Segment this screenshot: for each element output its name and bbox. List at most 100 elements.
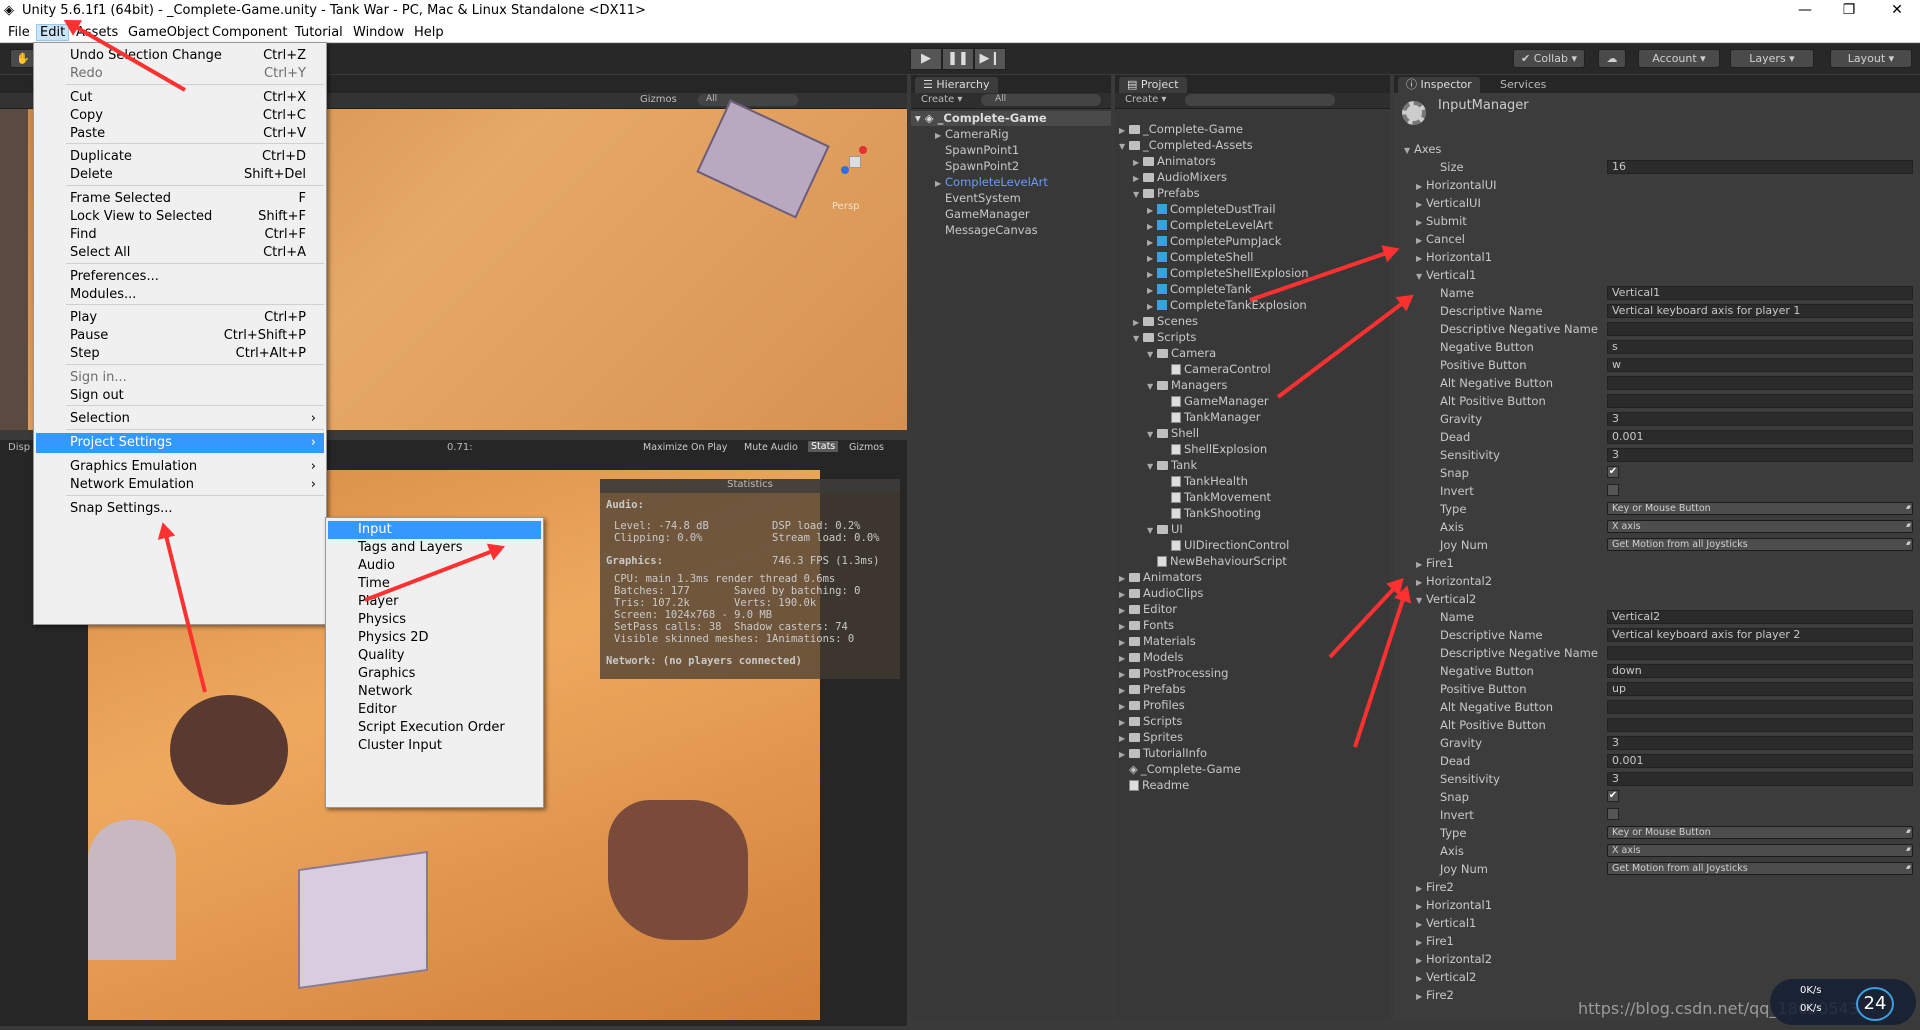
project-tab[interactable]: ▤ Project (1119, 77, 1187, 93)
play-button[interactable]: ▶ (910, 48, 942, 70)
expand-arrow-icon[interactable]: ▶ (935, 131, 945, 140)
field-input[interactable] (1607, 718, 1913, 732)
project-item[interactable]: ▼ Tank (1147, 458, 1197, 472)
project-item[interactable]: ▼ UI (1147, 522, 1183, 536)
field-input[interactable] (1607, 394, 1913, 408)
expand-arrow-icon[interactable]: ▶ (1119, 638, 1129, 647)
expand-arrow-icon[interactable]: ▶ (1416, 200, 1426, 209)
minimize-button[interactable]: — (1790, 2, 1820, 18)
project-item[interactable]: ▶ AudioClips (1119, 586, 1203, 600)
field-dropdown[interactable]: Get Motion from all Joysticks (1607, 538, 1913, 551)
menu-help[interactable]: Help (411, 25, 447, 40)
hierarchy-scene-row[interactable]: ▾ ◈ _Complete-Game (911, 111, 1111, 126)
expand-arrow-icon[interactable]: ▶ (1147, 302, 1157, 311)
project-item[interactable]: CameraControl (1161, 362, 1271, 376)
project-item[interactable]: NewBehaviourScript (1147, 554, 1287, 568)
project-item[interactable]: ▶ CompletePumpJack (1147, 234, 1281, 248)
project-item[interactable]: ▶ _Complete-Game (1119, 122, 1243, 136)
field-input[interactable]: 0.001 (1607, 430, 1913, 444)
submenu-item[interactable]: Script Execution Order (328, 719, 541, 737)
project-item[interactable]: ▶ Editor (1119, 602, 1177, 616)
field-input[interactable]: s (1607, 340, 1913, 354)
field-dropdown[interactable]: Key or Mouse Button (1607, 502, 1913, 515)
expand-arrow-icon[interactable]: ▶ (935, 179, 945, 188)
collapse-arrow-icon[interactable]: ▼ (1147, 526, 1157, 535)
hierarchy-item[interactable]: EventSystem (935, 191, 1021, 205)
submenu-item[interactable]: Quality (328, 647, 541, 665)
inspector-tab[interactable]: ⓘ Inspector (1398, 77, 1480, 93)
expand-arrow-icon[interactable]: ▶ (1147, 286, 1157, 295)
expand-arrow-icon[interactable]: ▶ (1416, 182, 1426, 191)
scene-gizmos-dropdown[interactable]: Gizmos (640, 94, 677, 105)
account-dropdown[interactable]: Account ▾ (1638, 49, 1720, 68)
expand-arrow-icon[interactable]: ▶ (1416, 560, 1426, 569)
inspector-axis-foldout[interactable]: ▼ Axes (1404, 142, 1441, 156)
project-create-dropdown[interactable]: Create ▾ (1125, 94, 1166, 105)
project-item[interactable]: ▶ CompleteTankExplosion (1147, 298, 1307, 312)
menu-component[interactable]: Component (209, 25, 290, 40)
project-item[interactable]: ▶ Fonts (1119, 618, 1174, 632)
project-item[interactable]: ▼ Managers (1147, 378, 1227, 392)
edit-menu-item[interactable]: Duplicate Ctrl+D (36, 147, 324, 167)
edit-menu-item[interactable]: Sign in... (36, 368, 324, 388)
submenu-item[interactable]: Physics 2D (328, 629, 541, 647)
submenu-item[interactable]: Network (328, 683, 541, 701)
edit-menu-item[interactable]: Modules... (36, 285, 324, 305)
expand-arrow-icon[interactable]: ▶ (1119, 686, 1129, 695)
invert-checkbox[interactable] (1607, 808, 1619, 820)
inspector-axis-foldout[interactable]: ▶ Vertical2 (1416, 970, 1476, 984)
project-item[interactable]: ◈ _Complete-Game (1119, 762, 1241, 776)
layout-dropdown[interactable]: Layout ▾ (1830, 49, 1912, 68)
edit-menu-item[interactable]: Project Settings › (36, 433, 324, 453)
layers-dropdown[interactable]: Layers ▾ (1730, 49, 1814, 68)
edit-menu-item[interactable]: Copy Ctrl+C (36, 106, 324, 126)
submenu-item[interactable]: Cluster Input (328, 737, 541, 755)
field-dropdown[interactable]: Get Motion from all Joysticks (1607, 862, 1913, 875)
snap-checkbox[interactable]: ✔ (1607, 790, 1619, 802)
field-input[interactable]: down (1607, 664, 1913, 678)
edit-menu-item[interactable]: Paste Ctrl+V (36, 124, 324, 144)
expand-arrow-icon[interactable]: ▶ (1416, 254, 1426, 263)
expand-arrow-icon[interactable]: ▶ (1416, 920, 1426, 929)
scene-search-field[interactable]: All (698, 94, 798, 106)
inspector-axis-foldout[interactable]: ▶ Horizontal2 (1416, 952, 1492, 966)
inspector-axis-foldout[interactable]: ▶ Fire2 (1416, 988, 1454, 1002)
expand-arrow-icon[interactable]: ▶ (1147, 206, 1157, 215)
field-input[interactable] (1607, 700, 1913, 714)
project-item[interactable]: ▶ CompleteDustTrail (1147, 202, 1276, 216)
hierarchy-tab[interactable]: ☰ Hierarchy (915, 77, 998, 93)
collapse-arrow-icon[interactable]: ▼ (1133, 334, 1143, 343)
field-input[interactable]: Vertical1 (1607, 286, 1913, 300)
project-search-field[interactable] (1185, 94, 1335, 106)
field-input[interactable]: Vertical2 (1607, 610, 1913, 624)
field-input[interactable]: 0.001 (1607, 754, 1913, 768)
project-item[interactable]: ▼ Shell (1147, 426, 1199, 440)
collapse-arrow-icon[interactable]: ▼ (1147, 350, 1157, 359)
project-item[interactable]: ▶ PostProcessing (1119, 666, 1228, 680)
snap-checkbox[interactable]: ✔ (1607, 466, 1619, 478)
menu-tutorial[interactable]: Tutorial (292, 25, 346, 40)
edit-menu-item[interactable]: Find Ctrl+F (36, 225, 324, 245)
project-item[interactable]: UIDirectionControl (1161, 538, 1289, 552)
edit-menu-item[interactable]: Step Ctrl+Alt+P (36, 344, 324, 364)
submenu-item[interactable]: Time (328, 575, 541, 593)
edit-menu-item[interactable]: Snap Settings... (36, 499, 324, 519)
collapse-arrow-icon[interactable]: ▼ (1404, 146, 1414, 155)
edit-menu-item[interactable]: Network Emulation › (36, 475, 324, 495)
expand-arrow-icon[interactable]: ▶ (1119, 750, 1129, 759)
menu-file[interactable]: File (5, 25, 33, 40)
field-input[interactable]: 3 (1607, 772, 1913, 786)
expand-arrow-icon[interactable]: ▶ (1416, 974, 1426, 983)
collapse-arrow-icon[interactable]: ▼ (1147, 462, 1157, 471)
project-item[interactable]: ▶ Models (1119, 650, 1184, 664)
project-item[interactable]: ▶ Profiles (1119, 698, 1185, 712)
submenu-item[interactable]: Input (328, 521, 541, 539)
expand-arrow-icon[interactable]: ▶ (1416, 956, 1426, 965)
submenu-item[interactable]: Graphics (328, 665, 541, 683)
expand-arrow-icon[interactable]: ▶ (1119, 702, 1129, 711)
expand-arrow-icon[interactable]: ▶ (1119, 126, 1129, 135)
edit-menu-item[interactable]: Select All Ctrl+A (36, 243, 324, 263)
project-item[interactable]: ▶ Animators (1133, 154, 1216, 168)
edit-menu-item[interactable]: Pause Ctrl+Shift+P (36, 326, 324, 346)
expand-arrow-icon[interactable]: ▶ (1147, 238, 1157, 247)
